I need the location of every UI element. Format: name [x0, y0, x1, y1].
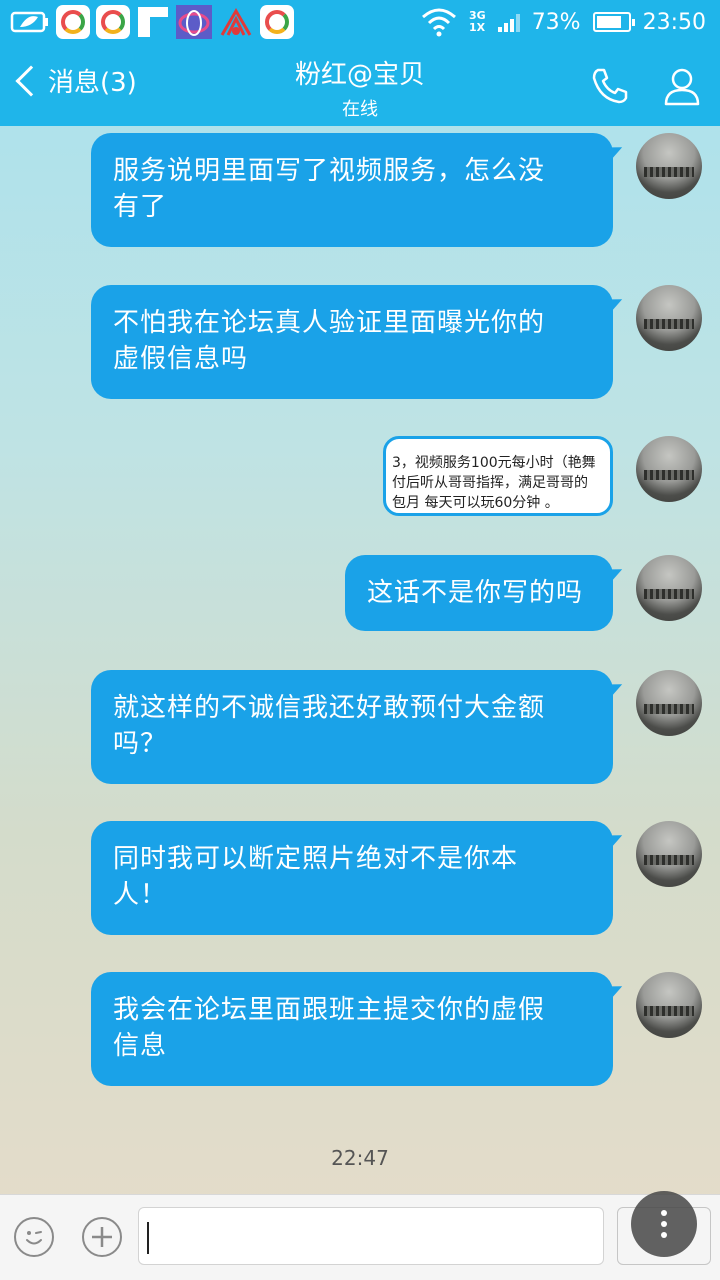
- message-bubble[interactable]: 我会在论坛里面跟班主提交你的虚假 信息: [91, 972, 613, 1086]
- message-timestamp: 22:47: [331, 1146, 389, 1170]
- signal-icon: [497, 12, 520, 32]
- input-bar: [0, 1194, 720, 1280]
- avatar[interactable]: [636, 972, 702, 1038]
- app-notification-icon: [96, 5, 130, 39]
- message-line: 吗？: [113, 729, 168, 759]
- message-line: 就这样的不诚信我还好敢预付大金额: [113, 693, 546, 723]
- clock: 23:50: [642, 9, 706, 35]
- message-bubble[interactable]: 不怕我在论坛真人验证里面曝光你的 虚假信息吗: [91, 285, 613, 399]
- status-bar: 3G 1X 73% 23:50: [0, 0, 720, 44]
- network-bottom: 1X: [469, 21, 486, 34]
- message-input[interactable]: [138, 1207, 604, 1265]
- message-line: 不怕我在论坛真人验证里面曝光你的: [113, 308, 546, 338]
- network-type: 3G 1X: [469, 10, 486, 34]
- avatar[interactable]: [636, 436, 702, 502]
- message-bubble[interactable]: 就这样的不诚信我还好敢预付大金额 吗？: [91, 670, 613, 784]
- fan-app-icon: [220, 8, 252, 36]
- globe-app-icon: [176, 5, 212, 39]
- quoted-line: 付后听从哥哥指挥，满足哥哥的: [392, 475, 588, 491]
- message-line: 虚假信息吗: [113, 344, 249, 374]
- app-notification-icon: [260, 5, 294, 39]
- avatar[interactable]: [636, 670, 702, 736]
- quoted-line: 包月 每天可以玩60分钟 。: [392, 495, 559, 511]
- avatar[interactable]: [636, 555, 702, 621]
- message-line: 人！: [113, 880, 168, 910]
- battery-percent: 73%: [531, 9, 581, 35]
- notification-icons: [0, 5, 294, 39]
- message-line: 信息: [113, 1031, 168, 1061]
- message-line: 这话不是你写的吗: [367, 578, 584, 608]
- message-line: 有了: [113, 192, 168, 222]
- text-caret: [147, 1222, 149, 1254]
- wifi-icon: [422, 8, 456, 37]
- battery-icon: [592, 12, 635, 32]
- person-icon[interactable]: [660, 64, 704, 108]
- plus-icon: [92, 1227, 112, 1247]
- quoted-line: 3，视频服务100元每小时（艳舞: [392, 455, 596, 471]
- app-notification-icon: [56, 5, 90, 39]
- system-status: 3G 1X 73% 23:50: [421, 0, 706, 44]
- emoji-button[interactable]: [14, 1217, 54, 1257]
- avatar[interactable]: [636, 821, 702, 887]
- smiley-icon: [26, 1231, 42, 1245]
- battery-leaf-icon: [10, 11, 48, 33]
- chat-header: 消息(3) 粉红@宝贝 在线: [0, 44, 720, 126]
- message-line: 我会在论坛里面跟班主提交你的虚假: [113, 995, 546, 1025]
- floating-assistant-button[interactable]: [631, 1191, 697, 1257]
- message-bubble[interactable]: 服务说明里面写了视频服务，怎么没 有了: [91, 133, 613, 247]
- quoted-message-card[interactable]: 3，视频服务100元每小时（艳舞 付后听从哥哥指挥，满足哥哥的 包月 每天可以玩…: [383, 436, 613, 516]
- phone-icon[interactable]: [588, 64, 632, 108]
- avatar[interactable]: [636, 285, 702, 351]
- avatar[interactable]: [636, 133, 702, 199]
- add-attachment-button[interactable]: [82, 1217, 122, 1257]
- square-app-icon: [138, 7, 168, 37]
- message-line: 服务说明里面写了视频服务，怎么没: [113, 156, 546, 186]
- message-bubble[interactable]: 同时我可以断定照片绝对不是你本 人！: [91, 821, 613, 935]
- message-line: 同时我可以断定照片绝对不是你本: [113, 844, 519, 874]
- message-bubble[interactable]: 这话不是你写的吗: [345, 555, 613, 631]
